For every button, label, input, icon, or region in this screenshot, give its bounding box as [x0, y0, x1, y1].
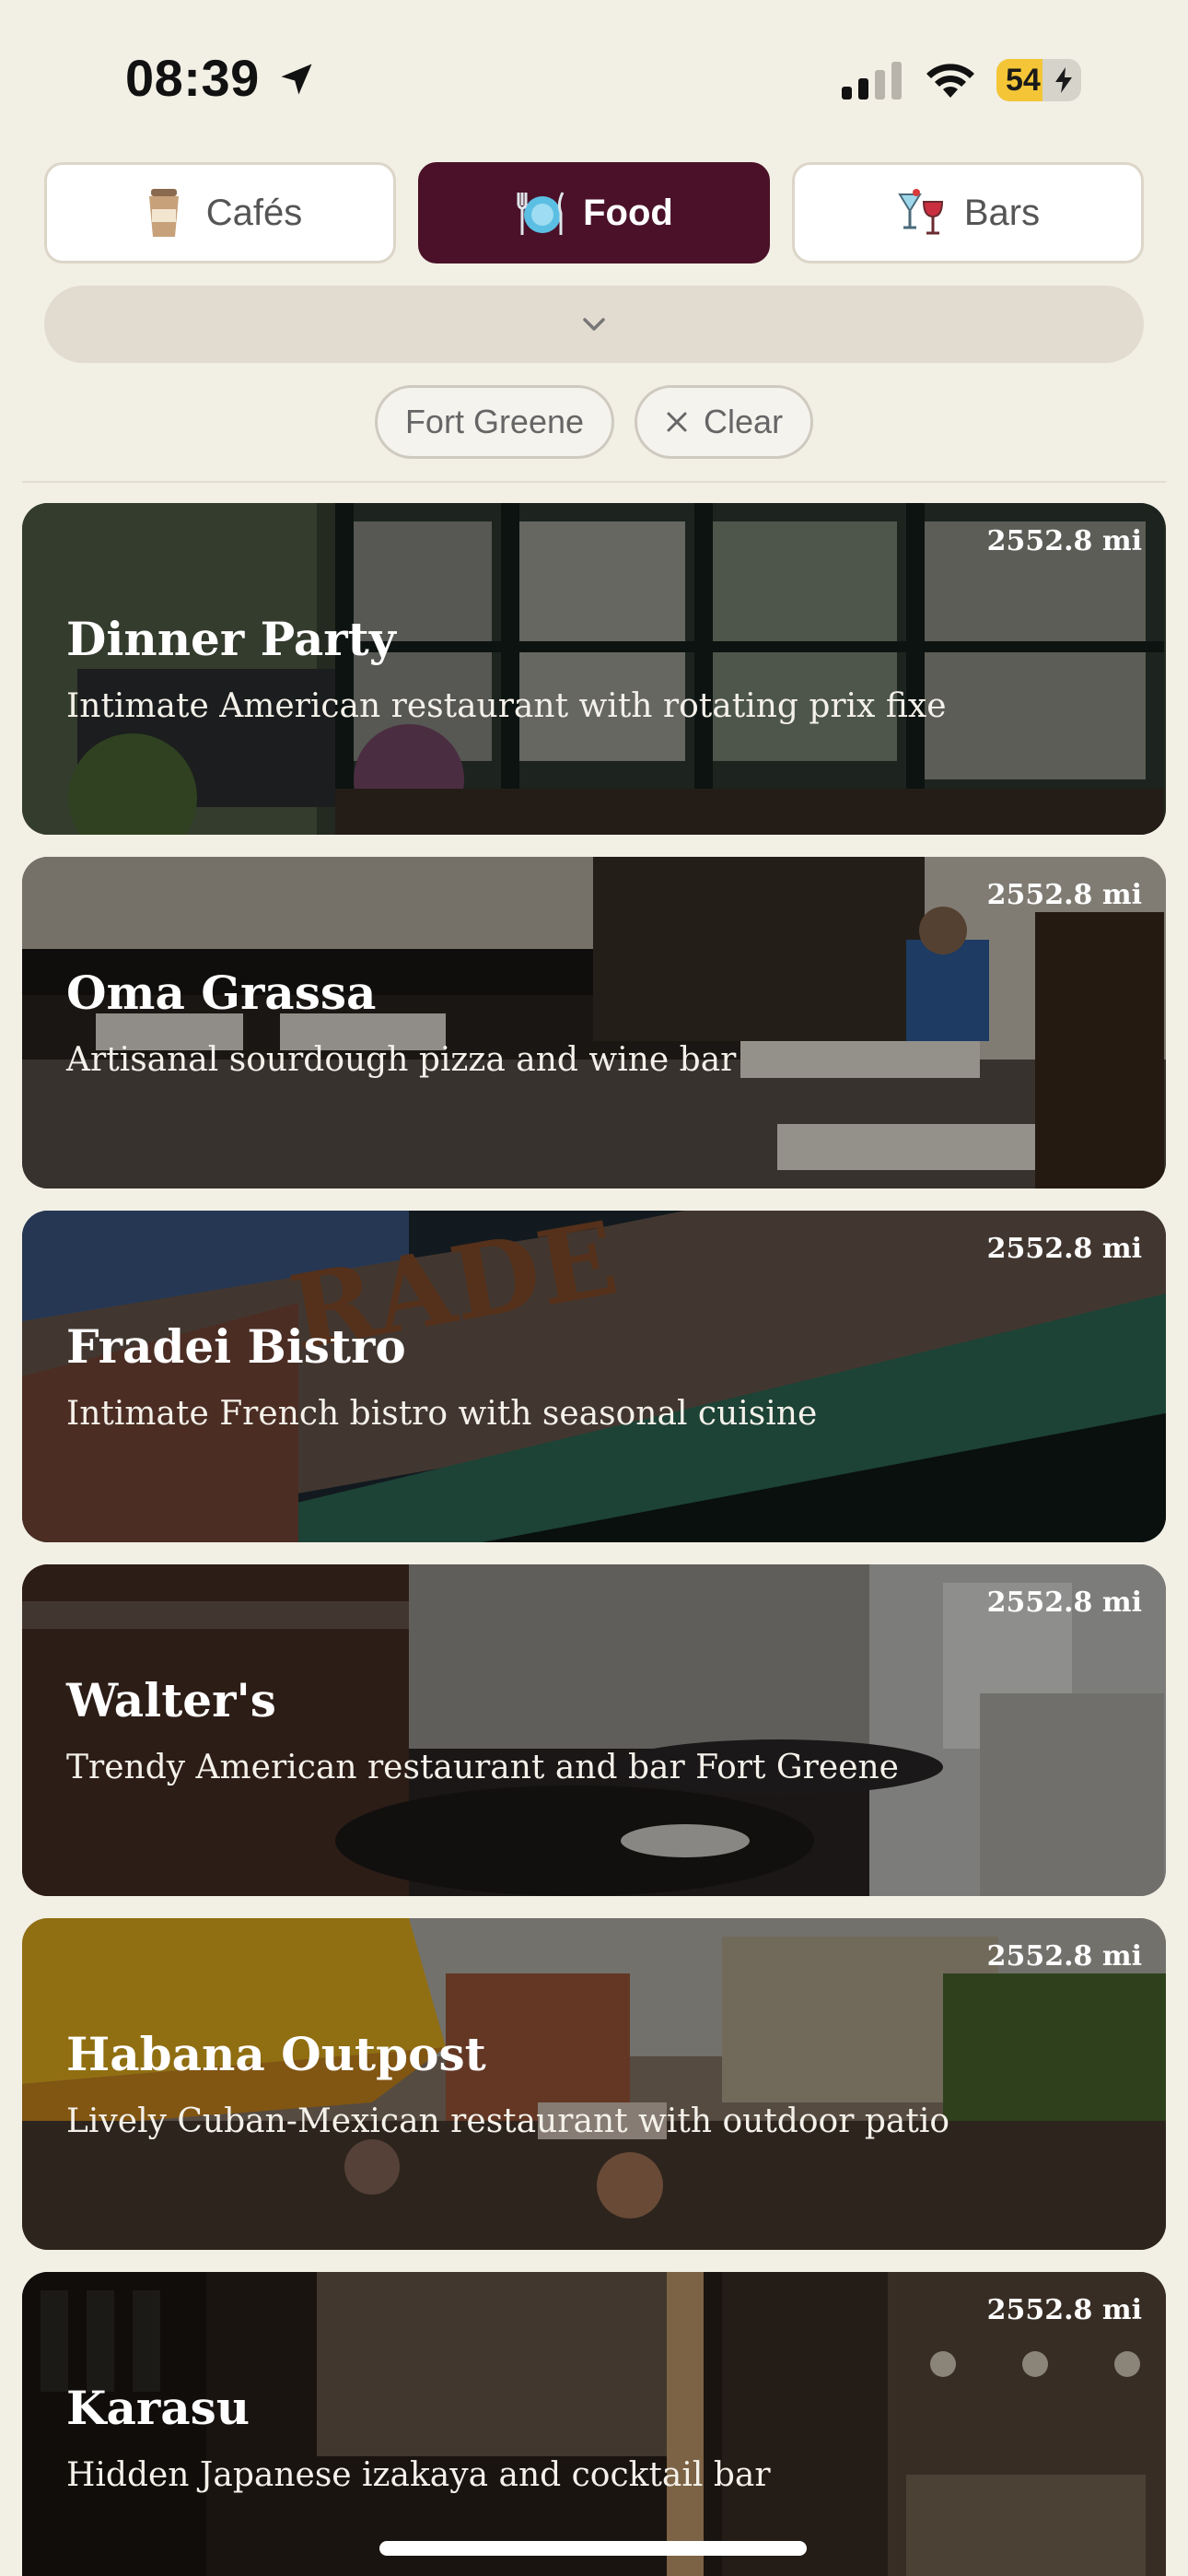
- chip-label: Fort Greene: [404, 403, 585, 440]
- coffee-cup-icon: [148, 189, 179, 237]
- restaurant-card[interactable]: 2552.8 mi Habana Outpost Lively Cuban-Me…: [22, 1918, 1166, 2250]
- restaurant-name: Oma Grassa: [66, 966, 377, 1020]
- tab-bars[interactable]: Bars: [792, 162, 1144, 263]
- restaurant-description: Intimate American restaurant with rotati…: [66, 687, 947, 725]
- cocktail-glasses-icon: [898, 189, 943, 235]
- wifi-icon: [926, 64, 974, 98]
- neighborhood-dropdown[interactable]: [44, 286, 1144, 363]
- restaurant-description: Artisanal sourdough pizza and wine bar: [66, 1041, 737, 1079]
- tab-label: Food: [583, 192, 673, 233]
- tab-cafes[interactable]: Cafés: [44, 162, 396, 263]
- distance-label: 2552.8 mi: [986, 1587, 1142, 1619]
- screen: 08:39 54 Cafés Food Bars Fort Greene Cle…: [0, 0, 1188, 2576]
- battery-percent: 54: [1006, 63, 1041, 98]
- restaurant-card[interactable]: RADE 2552.8 mi Fradei Bistro Intimate Fr…: [22, 1211, 1166, 1542]
- status-bar: 08:39 54: [0, 0, 1188, 158]
- neighborhood-chip[interactable]: Fort Greene: [374, 385, 615, 459]
- plate-cutlery-icon: [517, 192, 565, 235]
- status-time: 08:39: [125, 49, 260, 107]
- distance-label: 2552.8 mi: [986, 1940, 1142, 1973]
- restaurant-name: Dinner Party: [66, 612, 396, 666]
- restaurant-name: Karasu: [66, 2381, 250, 2435]
- restaurant-description: Intimate French bistro with seasonal cui…: [66, 1395, 818, 1433]
- charging-bolt-icon: [1055, 67, 1072, 93]
- distance-label: 2552.8 mi: [986, 1233, 1142, 1265]
- category-tabs: Cafés Food Bars: [44, 162, 1144, 263]
- chevron-down-icon: [583, 318, 605, 331]
- list-divider: [22, 481, 1166, 483]
- battery-indicator: 54: [996, 59, 1081, 101]
- chip-label: Clear: [704, 403, 784, 440]
- restaurant-card[interactable]: 2552.8 mi Oma Grassa Artisanal sourdough…: [22, 857, 1166, 1188]
- restaurant-card[interactable]: 2552.8 mi Dinner Party Intimate American…: [22, 503, 1166, 835]
- restaurant-description: Lively Cuban-Mexican restaurant with out…: [66, 2102, 950, 2140]
- distance-label: 2552.8 mi: [986, 2294, 1142, 2326]
- restaurant-description: Trendy American restaurant and bar Fort …: [66, 1749, 899, 1786]
- restaurant-name: Fradei Bistro: [66, 1319, 406, 1374]
- tab-food[interactable]: Food: [418, 162, 770, 263]
- clear-filter-button[interactable]: Clear: [635, 385, 814, 459]
- distance-label: 2552.8 mi: [986, 879, 1142, 911]
- cellular-signal-icon: [842, 62, 902, 100]
- distance-label: 2552.8 mi: [986, 525, 1142, 557]
- location-arrow-icon: [281, 64, 312, 95]
- active-filters: Fort Greene Clear: [0, 385, 1188, 459]
- restaurant-name: Walter's: [66, 1673, 276, 1727]
- tab-label: Bars: [963, 192, 1041, 233]
- restaurant-description: Hidden Japanese izakaya and cocktail bar: [66, 2456, 771, 2494]
- tab-label: Cafés: [205, 192, 303, 233]
- home-indicator[interactable]: [379, 2541, 807, 2556]
- close-icon: [667, 412, 687, 432]
- restaurant-name: Habana Outpost: [66, 2027, 486, 2081]
- restaurant-card[interactable]: 2552.8 mi Karasu Hidden Japanese izakaya…: [22, 2272, 1166, 2576]
- restaurant-card[interactable]: 2552.8 mi Walter's Trendy American resta…: [22, 1564, 1166, 1896]
